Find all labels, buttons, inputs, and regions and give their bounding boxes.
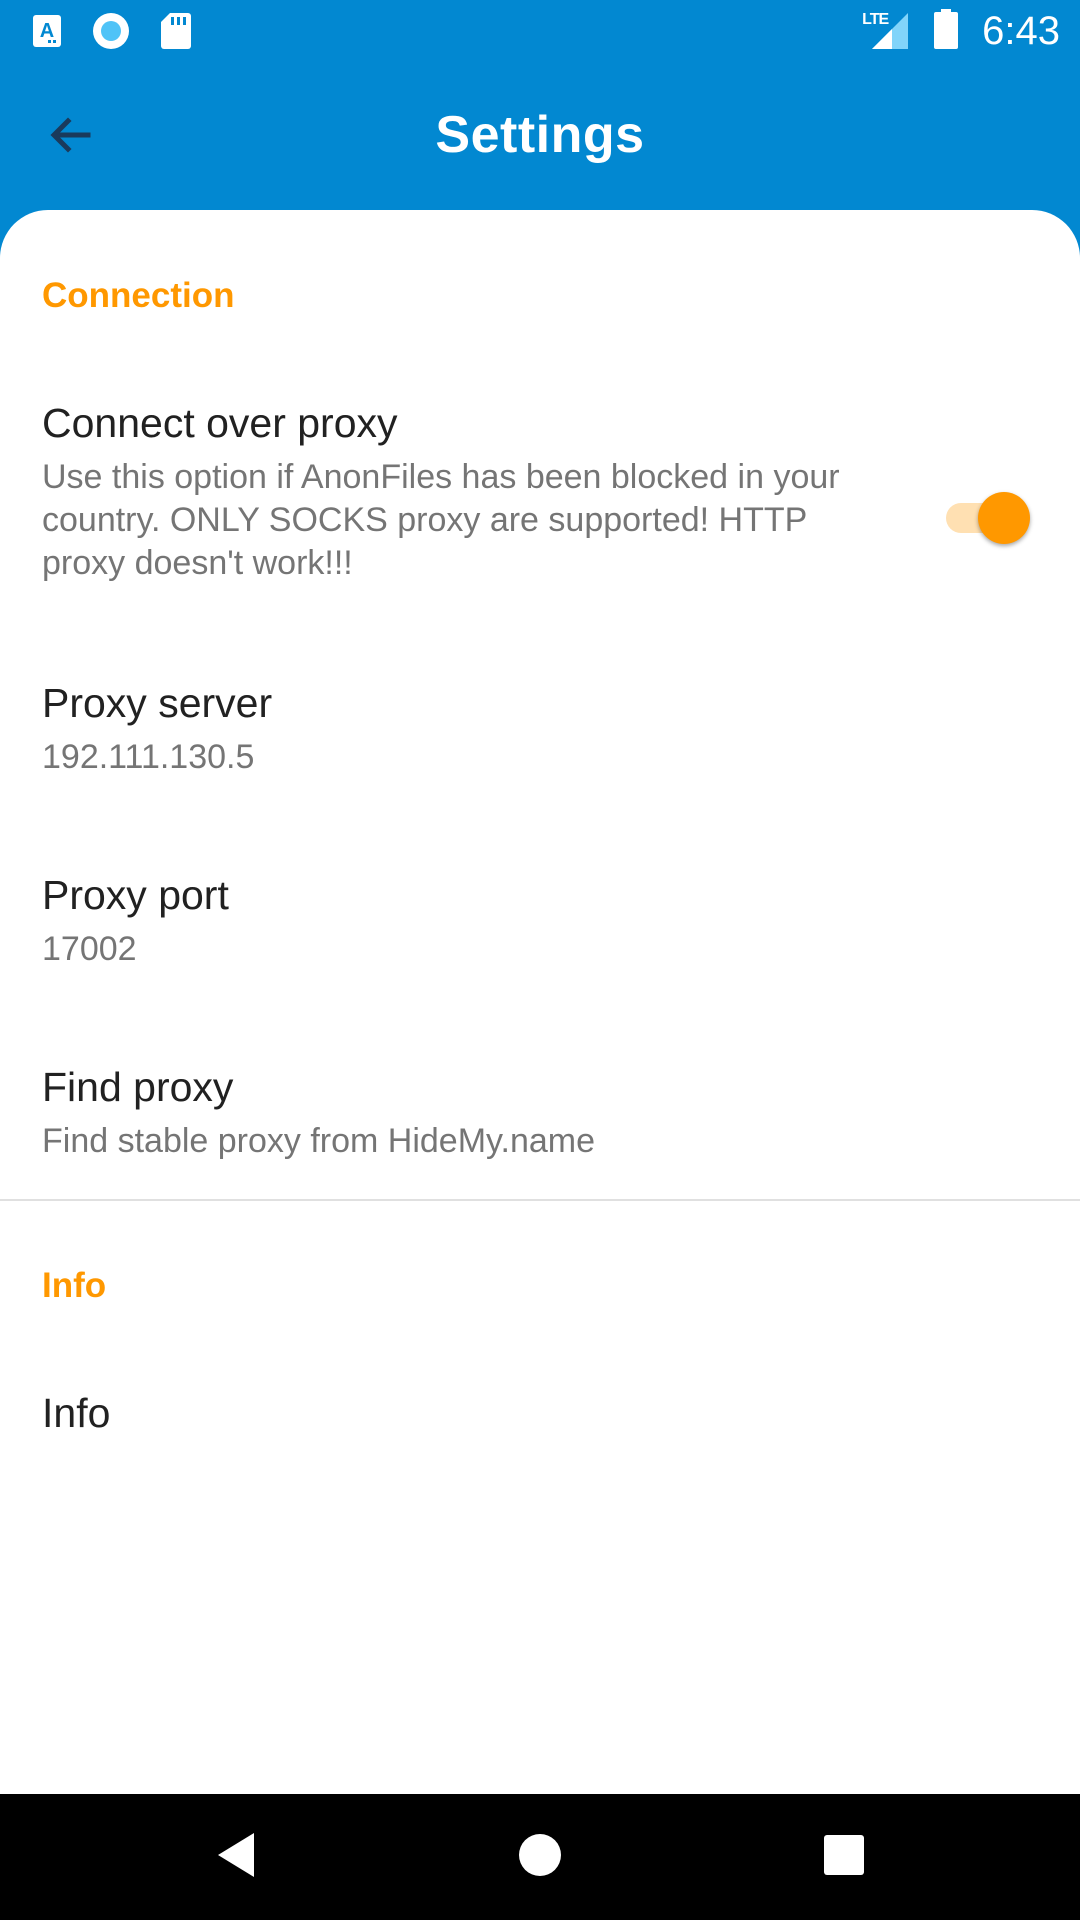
pref-title: Info xyxy=(42,1390,111,1436)
status-bar-system: LTE 6:43 xyxy=(862,8,1060,54)
screen: A LTE 6:43 Settings Connection Connect o… xyxy=(0,0,1080,1920)
proxy-toggle-switch[interactable] xyxy=(946,487,1032,547)
navigation-bar xyxy=(0,1794,1080,1920)
pref-proxy-port[interactable]: Proxy port 17002 xyxy=(0,852,1080,1032)
switch-thumb xyxy=(978,492,1030,544)
nav-back-button[interactable] xyxy=(198,1819,274,1895)
back-triangle-icon xyxy=(214,1831,258,1884)
lte-signal-icon: LTE xyxy=(862,11,910,51)
section-header-connection: Connection xyxy=(42,276,235,315)
pref-title: Connect over proxy xyxy=(42,400,398,446)
status-bar-notifications: A xyxy=(32,12,192,55)
pref-summary: Find stable proxy from HideMy.name xyxy=(42,1122,596,1160)
status-bar: A LTE 6:43 xyxy=(0,0,1080,63)
text-notification-icon: A xyxy=(32,13,62,54)
pref-proxy-server[interactable]: Proxy server 192.111.130.5 xyxy=(0,660,1080,840)
page-title: Settings xyxy=(435,106,645,164)
section-divider xyxy=(0,1199,1080,1201)
nav-home-button[interactable] xyxy=(502,1819,578,1895)
pref-info[interactable]: Info xyxy=(0,1370,1080,1490)
svg-text:A: A xyxy=(40,20,54,42)
status-bar-clock: 6:43 xyxy=(982,8,1060,53)
pref-connect-over-proxy[interactable]: Connect over proxy Use this option if An… xyxy=(0,380,1080,630)
pref-title: Proxy port xyxy=(42,872,229,918)
pref-title: Find proxy xyxy=(42,1064,234,1110)
network-type-label: LTE xyxy=(862,11,889,28)
settings-list: Connection Connect over proxy Use this o… xyxy=(0,210,1080,1794)
record-icon xyxy=(92,12,130,55)
battery-icon xyxy=(934,8,959,54)
app-bar: Settings xyxy=(0,63,1080,210)
section-header-info: Info xyxy=(42,1266,107,1305)
pref-title: Proxy server xyxy=(42,680,273,726)
pref-summary: Use this option if AnonFiles has been bl… xyxy=(42,458,840,582)
recents-square-icon xyxy=(823,1834,865,1881)
sd-card-icon xyxy=(160,12,192,55)
nav-recents-button[interactable] xyxy=(806,1819,882,1895)
pref-value: 192.111.130.5 xyxy=(42,738,255,776)
pref-value: 17002 xyxy=(42,930,137,968)
pref-find-proxy[interactable]: Find proxy Find stable proxy from HideMy… xyxy=(0,1044,1080,1204)
home-circle-icon xyxy=(518,1833,562,1882)
